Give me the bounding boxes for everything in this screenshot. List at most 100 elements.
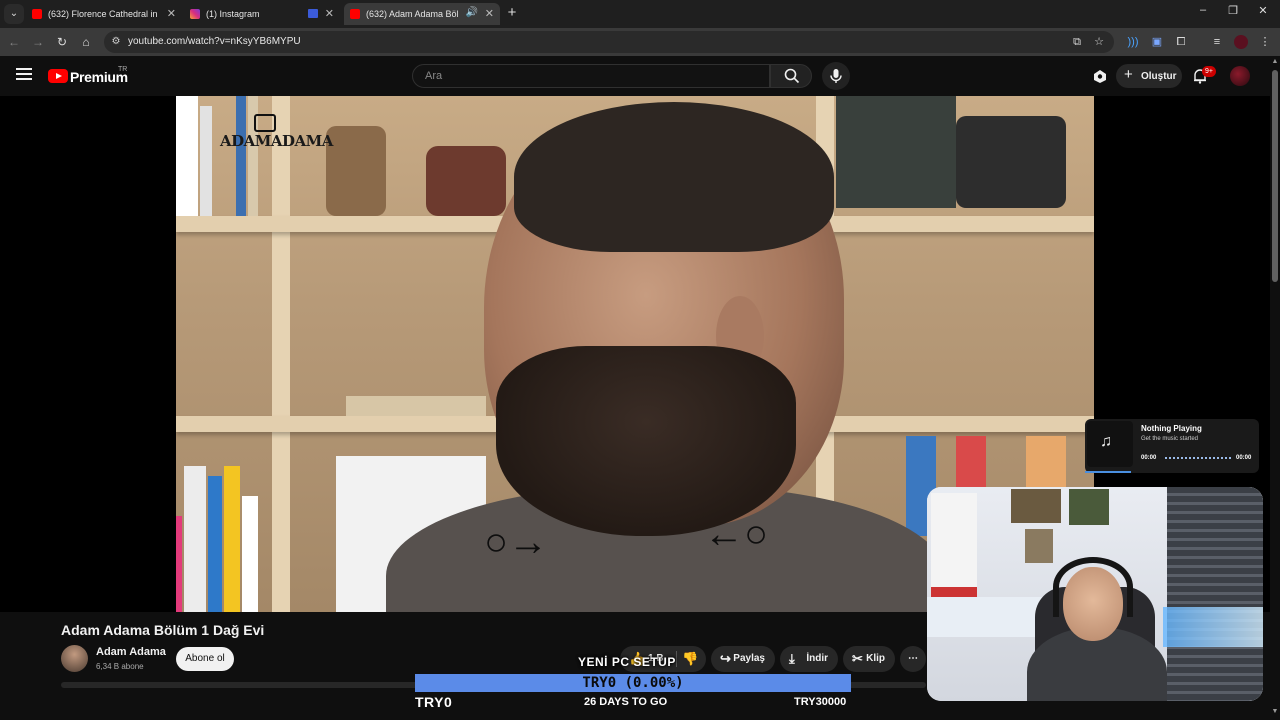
- dislike-icon[interactable]: 👎: [682, 646, 698, 672]
- book: [242, 496, 258, 612]
- music-accent-bar: [1085, 471, 1131, 473]
- tab-title: (632) Florence Cathedral in Min: [48, 9, 158, 19]
- create-button[interactable]: + Oluştur: [1116, 64, 1182, 88]
- scroll-up-icon[interactable]: ▲: [1271, 58, 1279, 65]
- reverse-male-symbol-icon: ←○: [704, 512, 769, 556]
- goal-target-amount: TRY30000: [794, 696, 847, 708]
- subscribe-button[interactable]: Abone ol: [176, 647, 234, 671]
- camera: [956, 116, 1066, 208]
- wall-poster: [1025, 529, 1053, 563]
- new-tab-button[interactable]: +: [504, 4, 520, 22]
- page-scrollbar[interactable]: ▲ ▼: [1270, 56, 1280, 720]
- notification-badge: 9+: [1202, 66, 1216, 77]
- scroll-down-icon[interactable]: ▼: [1271, 708, 1279, 715]
- video-title: Adam Adama Bölüm 1 Dağ Evi: [61, 622, 265, 638]
- person-beard: [496, 346, 796, 536]
- download-label: İndir: [806, 653, 828, 664]
- tab-adam-adama[interactable]: (632) Adam Adama Bölüm 🔊 ✕: [344, 3, 500, 25]
- download-button[interactable]: ⤓ İndir: [780, 646, 838, 672]
- pill-divider: [676, 651, 677, 667]
- shelf-divider: [272, 96, 290, 612]
- tab-list-chevron-icon[interactable]: ⌄: [4, 4, 24, 24]
- music-widget[interactable]: ♫ Nothing Playing Get the music started …: [1085, 419, 1259, 473]
- figurines: [836, 96, 956, 208]
- goal-progress-text: TRY0 (0.00%): [582, 675, 684, 691]
- book: [176, 96, 198, 216]
- book: [346, 396, 486, 416]
- youtube-icon: [350, 9, 360, 19]
- share-button[interactable]: ↪ Paylaş: [711, 646, 775, 672]
- tab-audio-icon[interactable]: 🔊: [466, 7, 478, 18]
- minimize-icon[interactable]: –: [1188, 4, 1218, 16]
- menu-icon[interactable]: [16, 68, 32, 82]
- youtube-header: Premium TR + Oluştur: [0, 56, 1270, 96]
- subscriber-count: 6,34 B abone: [96, 662, 144, 671]
- install-icon[interactable]: ⧉: [1070, 35, 1084, 49]
- window-close-icon[interactable]: ✕: [1248, 4, 1278, 17]
- tab-close-icon[interactable]: ✕: [485, 7, 494, 20]
- book: [176, 516, 182, 612]
- book: [208, 476, 222, 612]
- search-box[interactable]: [412, 64, 770, 88]
- maximize-icon[interactable]: ❐: [1218, 4, 1248, 17]
- browser-menu-icon[interactable]: ⋮: [1258, 35, 1272, 49]
- profile-avatar-icon[interactable]: [1234, 35, 1248, 49]
- now-playing-title: Nothing Playing: [1141, 424, 1202, 433]
- music-seek-bar[interactable]: [1165, 457, 1231, 460]
- window-blinds: [1167, 487, 1263, 701]
- studio-icon[interactable]: [1092, 68, 1108, 84]
- voice-search-button[interactable]: [822, 62, 850, 90]
- share-label: Paylaş: [733, 653, 765, 664]
- webcam-overlay: [927, 487, 1263, 701]
- translate-icon[interactable]: ▣: [1150, 35, 1164, 49]
- forward-icon[interactable]: →: [30, 34, 46, 50]
- music-time-start: 00:00: [1141, 455, 1157, 461]
- microphone-icon: [830, 69, 842, 83]
- tab-share-icon: [308, 9, 318, 18]
- search-button[interactable]: [770, 64, 812, 88]
- create-label: Oluştur: [1141, 71, 1177, 82]
- scroll-thumb[interactable]: [1272, 70, 1278, 282]
- wall-poster: [1011, 489, 1061, 523]
- headset-icon: [1053, 557, 1133, 617]
- goal-progress-bar: TRY0 (0.00%): [415, 674, 851, 692]
- media-control-icon[interactable]: ≡: [1210, 35, 1224, 49]
- youtube-logo-icon[interactable]: [48, 69, 68, 83]
- clip-button[interactable]: ✂ Klip: [843, 646, 895, 672]
- person-hair: [514, 102, 834, 252]
- tab-florence[interactable]: (632) Florence Cathedral in Min ✕: [26, 3, 182, 25]
- site-info-icon[interactable]: ⚙: [110, 36, 122, 48]
- tv-logo-icon: [254, 114, 276, 132]
- back-icon[interactable]: ←: [6, 34, 22, 50]
- channel-avatar[interactable]: [61, 645, 88, 672]
- male-symbol-icon: ○→: [484, 520, 549, 564]
- reload-icon[interactable]: ↻: [54, 34, 70, 50]
- led-lights: [1163, 607, 1263, 647]
- tab-instagram[interactable]: (1) Instagram ✕: [184, 3, 340, 25]
- extensions-puzzle-icon[interactable]: ⧠: [1174, 35, 1188, 49]
- book: [184, 466, 206, 612]
- home-icon[interactable]: ⌂: [78, 34, 94, 50]
- youtube-icon: [32, 9, 42, 19]
- search-input[interactable]: [413, 65, 769, 87]
- now-playing-subtitle: Get the music started: [1141, 436, 1199, 442]
- tab-close-icon[interactable]: ✕: [167, 7, 176, 20]
- tab-title: (632) Adam Adama Bölüm: [366, 9, 458, 19]
- bookmark-star-icon[interactable]: ☆: [1092, 35, 1106, 49]
- browser-toolbar: ← → ↻ ⌂ ⚙ youtube.com/watch?v=nKsyYB6MYP…: [0, 28, 1280, 56]
- instagram-icon: [190, 9, 200, 19]
- plus-icon: +: [1124, 66, 1133, 83]
- address-bar[interactable]: ⚙ youtube.com/watch?v=nKsyYB6MYPU ⧉ ☆: [104, 31, 1114, 53]
- channel-watermark: ADAMADAMA: [220, 132, 333, 150]
- goal-days-left: 26 DAYS TO GO: [584, 696, 668, 708]
- channel-name[interactable]: Adam Adama: [96, 646, 166, 658]
- tab-title: (1) Instagram: [206, 9, 260, 19]
- account-avatar[interactable]: [1230, 66, 1250, 86]
- book: [236, 96, 246, 216]
- extension-wave-icon[interactable]: ))): [1126, 35, 1140, 49]
- country-code: TR: [118, 66, 128, 73]
- more-icon: ⋯: [908, 653, 918, 664]
- more-actions-button[interactable]: ⋯: [900, 646, 926, 672]
- tab-close-icon[interactable]: ✕: [325, 7, 334, 20]
- music-time-end: 00:00: [1236, 455, 1252, 461]
